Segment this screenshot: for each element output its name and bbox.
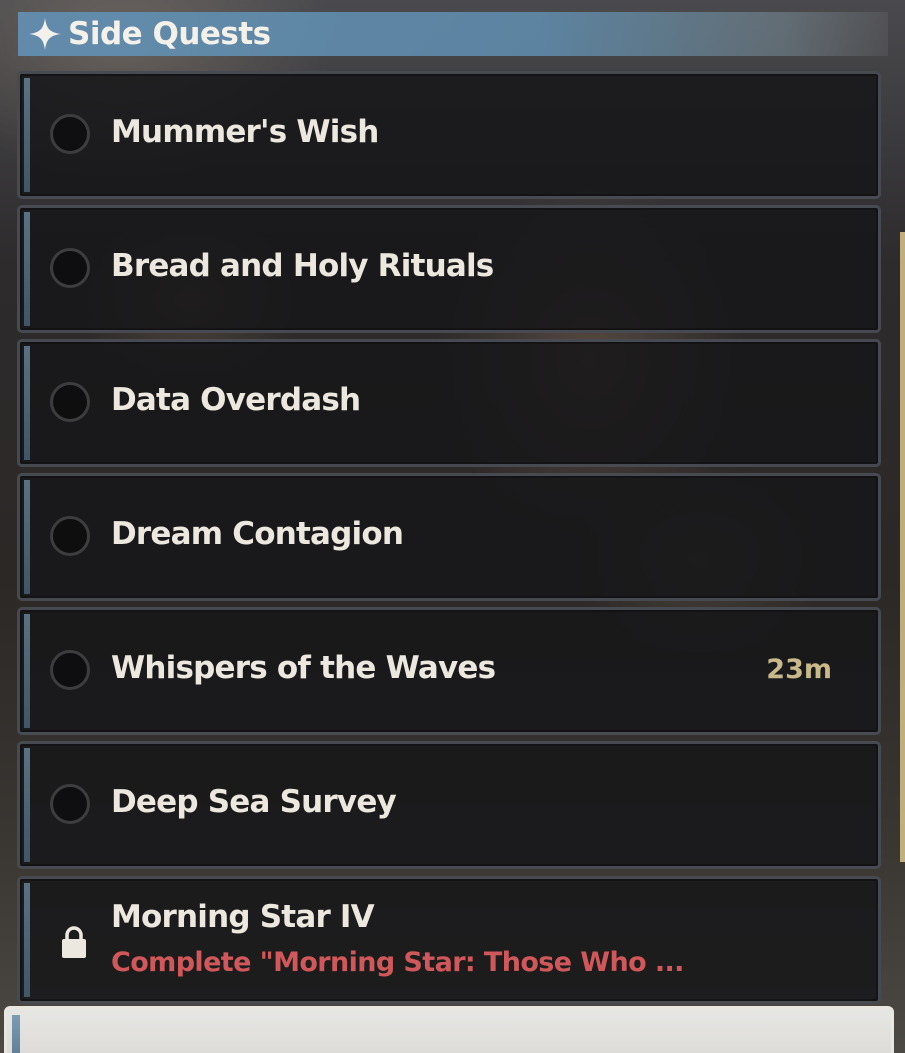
unlock-requirement: Complete "Morning Star: Those Who ... <box>111 947 684 978</box>
quest-item-morning-star-iv[interactable]: Morning Star IV Complete "Morning Star: … <box>17 876 881 1004</box>
selected-quest-item[interactable] <box>4 1006 894 1053</box>
quest-accent-edge <box>24 883 30 997</box>
quest-accent-edge <box>24 614 30 728</box>
empty-circle-icon <box>50 114 90 154</box>
four-point-star-icon <box>28 17 62 51</box>
empty-circle-icon <box>50 650 90 690</box>
quest-item-bread-and-holy-rituals[interactable]: Bread and Holy Rituals <box>17 205 881 333</box>
empty-circle-icon <box>50 784 90 824</box>
quest-accent-edge <box>24 480 30 594</box>
quest-item-deep-sea-survey[interactable]: Deep Sea Survey <box>17 741 881 869</box>
quest-name: Morning Star IV <box>111 899 375 935</box>
empty-circle-icon <box>50 382 90 422</box>
quest-name: Data Overdash <box>111 382 361 418</box>
quest-item-dream-contagion[interactable]: Dream Contagion <box>17 473 881 601</box>
quest-name: Deep Sea Survey <box>111 784 397 820</box>
quest-name: Whispers of the Waves <box>111 650 496 686</box>
quest-name: Mummer's Wish <box>111 114 379 150</box>
quest-timer: 23m <box>766 654 832 685</box>
scrollbar[interactable] <box>900 232 905 862</box>
quest-accent-edge <box>24 78 30 192</box>
quest-accent-edge <box>24 212 30 326</box>
quest-accent-edge <box>24 748 30 862</box>
lock-icon <box>60 925 88 959</box>
quest-item-whispers-of-the-waves[interactable]: Whispers of the Waves 23m <box>17 607 881 735</box>
quest-name: Bread and Holy Rituals <box>111 248 494 284</box>
quest-name: Dream Contagion <box>111 516 404 552</box>
quest-item-data-overdash[interactable]: Data Overdash <box>17 339 881 467</box>
side-quests-header: Side Quests <box>18 12 888 56</box>
quest-item-mummers-wish[interactable]: Mummer's Wish <box>17 71 881 199</box>
empty-circle-icon <box>50 248 90 288</box>
empty-circle-icon <box>50 516 90 556</box>
quest-accent-edge <box>24 346 30 460</box>
section-title: Side Quests <box>68 16 271 52</box>
quest-accent-edge <box>12 1015 20 1053</box>
